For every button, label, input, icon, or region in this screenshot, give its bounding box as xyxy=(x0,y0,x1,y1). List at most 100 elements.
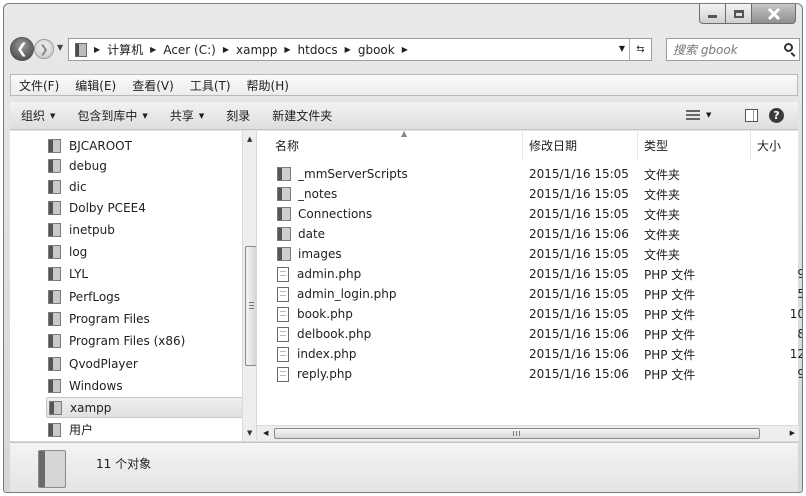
nav-item-dolby-pcee4[interactable]: Dolby PCEE4 xyxy=(48,197,244,218)
new-folder-button[interactable]: 新建文件夹 xyxy=(261,107,343,124)
recent-pages-dropdown[interactable]: ▼ xyxy=(57,43,63,52)
menu-edit[interactable]: 编辑(E) xyxy=(67,77,124,94)
table-row[interactable]: reply.php 2015/1/16 15:06 PHP 文件 9 xyxy=(257,364,802,384)
help-icon[interactable]: ? xyxy=(769,108,784,123)
table-row[interactable]: _mmServerScripts 2015/1/16 15:05 文件夹 xyxy=(257,164,799,184)
maximize-button[interactable] xyxy=(726,4,752,24)
refresh-button[interactable]: ⇆ xyxy=(629,39,651,60)
table-row[interactable]: images 2015/1/16 15:05 文件夹 xyxy=(257,244,799,264)
breadcrumb-xampp[interactable]: xampp xyxy=(236,43,277,57)
breadcrumb-htdocs[interactable]: htdocs xyxy=(298,43,338,57)
forward-button[interactable]: ❯ xyxy=(34,39,54,59)
folder-icon xyxy=(277,227,291,241)
chevron-right-icon[interactable]: ▶ xyxy=(345,45,351,54)
horizontal-scroll-thumb[interactable] xyxy=(274,428,760,439)
table-row[interactable]: book.php 2015/1/16 15:05 PHP 文件 10 xyxy=(257,304,802,324)
nav-item-label: log xyxy=(69,244,88,259)
chevron-right-icon[interactable]: ▶ xyxy=(223,45,229,54)
search-input[interactable] xyxy=(667,39,773,60)
chevron-down-icon[interactable]: ▼ xyxy=(706,111,711,119)
file-size xyxy=(757,204,802,224)
nav-item-dic[interactable]: dic xyxy=(48,176,244,197)
file-name: index.php xyxy=(297,347,357,361)
folder-icon xyxy=(48,138,61,153)
file-size: 9 xyxy=(757,264,802,284)
file-name: book.php xyxy=(297,307,353,321)
scroll-left-icon[interactable]: ◀ xyxy=(263,429,268,437)
menu-view[interactable]: 查看(V) xyxy=(124,77,182,94)
nav-item-lyl[interactable]: LYL xyxy=(48,263,244,284)
nav-item-label: Windows xyxy=(69,378,123,393)
nav-item-program-files-x86[interactable]: Program Files (x86) xyxy=(48,330,244,351)
table-row[interactable]: Connections 2015/1/16 15:05 文件夹 xyxy=(257,204,799,224)
table-row[interactable]: admin.php 2015/1/16 15:05 PHP 文件 9 xyxy=(257,264,802,284)
burn-button[interactable]: 刻录 xyxy=(215,107,261,124)
column-header-type[interactable]: 类型 xyxy=(638,131,751,159)
breadcrumb-drive-c[interactable]: Acer (C:) xyxy=(163,43,216,57)
chevron-right-icon[interactable]: ▶ xyxy=(150,45,156,54)
table-row[interactable]: _notes 2015/1/16 15:05 文件夹 xyxy=(257,184,799,204)
file-name: _notes xyxy=(298,187,338,201)
file-date: 2015/1/16 15:05 xyxy=(529,307,629,321)
nav-item-label: xampp xyxy=(70,400,112,415)
search-icon[interactable] xyxy=(784,43,793,52)
folder-icon xyxy=(48,200,61,215)
caption-buttons xyxy=(699,4,796,24)
nav-item-users[interactable]: 用户 xyxy=(48,419,244,440)
table-row[interactable]: date 2015/1/16 15:06 文件夹 xyxy=(257,224,799,244)
nav-item-perflogs[interactable]: PerfLogs xyxy=(48,286,244,307)
breadcrumb-gbook[interactable]: gbook xyxy=(358,43,395,57)
share-button[interactable]: 共享 ▼ xyxy=(159,107,215,124)
file-type: PHP 文件 xyxy=(644,367,696,382)
nav-item-xampp[interactable]: xampp xyxy=(46,397,246,418)
table-row[interactable]: index.php 2015/1/16 15:06 PHP 文件 12 xyxy=(257,344,802,364)
chevron-right-icon[interactable]: ▶ xyxy=(94,45,100,54)
details-pane: 11 个对象 xyxy=(10,442,798,492)
view-options-icon[interactable] xyxy=(686,110,700,121)
nav-item-inetpub[interactable]: inetpub xyxy=(48,219,244,240)
address-bar[interactable]: ▶ 计算机 ▶ Acer (C:) ▶ xampp ▶ htdocs ▶ gbo… xyxy=(68,38,652,61)
navigation-pane: BJCAROOT debug dic Dolby PCEE4 inetpub l… xyxy=(10,131,259,441)
nav-item-log[interactable]: log xyxy=(48,241,244,262)
file-date: 2015/1/16 15:05 xyxy=(529,247,629,261)
chevron-right-icon[interactable]: ▶ xyxy=(402,45,408,54)
table-row[interactable]: admin_login.php 2015/1/16 15:05 PHP 文件 5 xyxy=(257,284,802,304)
column-header-date[interactable]: 修改日期 xyxy=(523,131,638,159)
file-size xyxy=(757,244,802,264)
column-header-size[interactable]: 大小 xyxy=(751,131,799,159)
chevron-right-icon[interactable]: ▶ xyxy=(284,45,290,54)
column-header-name[interactable]: 名称 ▲ xyxy=(269,129,523,159)
nav-item-bjcaroot[interactable]: BJCAROOT xyxy=(48,135,244,156)
file-size: 5 xyxy=(757,284,802,304)
file-size: 9 xyxy=(757,364,802,384)
scroll-right-icon[interactable]: ▶ xyxy=(790,429,795,437)
menu-help[interactable]: 帮助(H) xyxy=(239,77,297,94)
nav-item-qvodplayer[interactable]: QvodPlayer xyxy=(48,353,244,374)
include-in-library-button[interactable]: 包含到库中 ▼ xyxy=(66,107,158,124)
organize-button[interactable]: 组织 ▼ xyxy=(10,107,66,124)
horizontal-scrollbar[interactable]: ◀ ▶ xyxy=(257,425,799,441)
sort-ascending-icon: ▲ xyxy=(401,129,408,138)
table-row[interactable]: delbook.php 2015/1/16 15:06 PHP 文件 8 xyxy=(257,324,802,344)
preview-pane-icon[interactable] xyxy=(745,109,758,122)
folder-icon xyxy=(75,42,87,57)
menu-tools[interactable]: 工具(T) xyxy=(182,77,239,94)
scroll-up-icon[interactable]: ▲ xyxy=(247,135,252,143)
file-type: 文件夹 xyxy=(644,167,681,182)
explorer-window: ❮ ❯ ▼ ▶ 计算机 ▶ Acer (C:) ▶ xampp ▶ htdocs… xyxy=(3,3,803,493)
file-size: 8 xyxy=(757,324,802,344)
nav-item-debug[interactable]: debug xyxy=(48,155,244,176)
nav-item-program-files[interactable]: Program Files xyxy=(48,308,244,329)
nav-item-windows[interactable]: Windows xyxy=(48,375,244,396)
column-header-label: 修改日期 xyxy=(529,138,578,153)
minimize-button[interactable] xyxy=(699,4,726,24)
scroll-down-icon[interactable]: ▼ xyxy=(247,429,252,437)
php-file-icon xyxy=(277,286,289,302)
file-size xyxy=(757,184,802,204)
close-button[interactable] xyxy=(752,4,796,24)
chevron-down-icon[interactable]: ▼ xyxy=(619,44,625,53)
menu-file[interactable]: 文件(F) xyxy=(11,77,67,94)
php-file-icon xyxy=(277,266,289,282)
breadcrumb-computer[interactable]: 计算机 xyxy=(107,41,143,58)
back-button[interactable]: ❮ xyxy=(10,37,34,61)
